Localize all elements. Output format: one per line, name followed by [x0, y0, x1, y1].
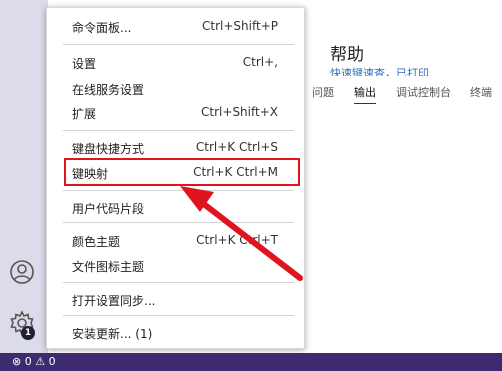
status-bar: ⊗ 0 ⚠ 0: [0, 353, 502, 371]
annotation-arrow: [180, 186, 303, 281]
problems-status[interactable]: ⊗ 0 ⚠ 0: [12, 353, 56, 371]
